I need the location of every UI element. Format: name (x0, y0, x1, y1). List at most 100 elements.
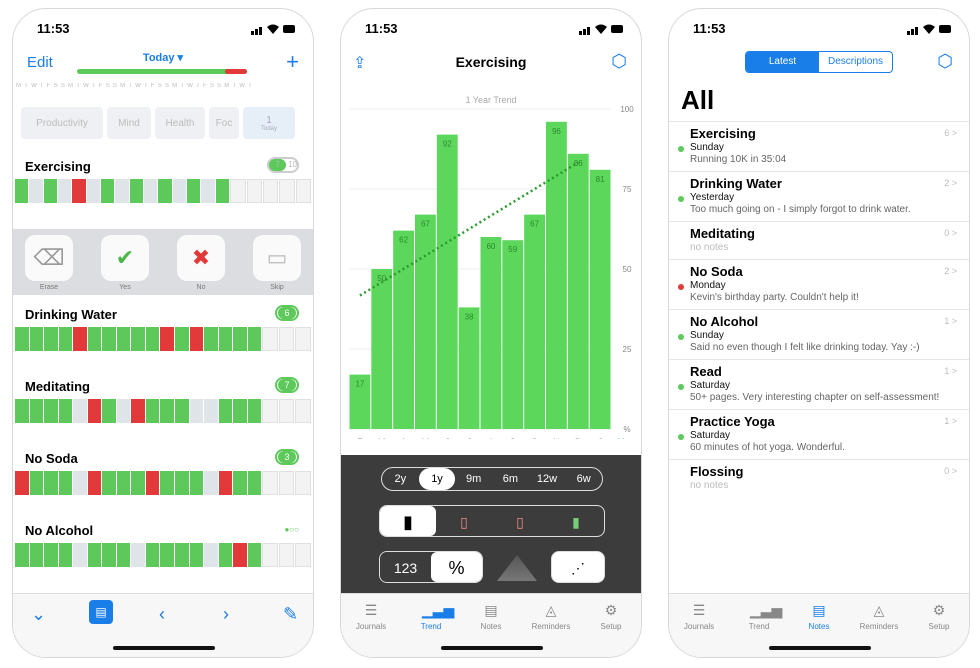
range-option-1y[interactable]: 1y (418, 468, 456, 490)
chevron-left-icon[interactable]: ‹ (159, 604, 165, 625)
habit-no-soda[interactable]: No Soda 3 (13, 449, 313, 511)
day-cell[interactable] (279, 179, 295, 203)
category-mind[interactable]: Mind (107, 107, 151, 139)
bar-value-label: 60 (486, 242, 495, 251)
habit-no-alcohol[interactable]: No Alcohol ●○○ (13, 523, 313, 583)
tab-reminders[interactable]: ◬ Reminders (849, 602, 909, 631)
trend-chart: 1 Year Trend100755025%17F50M62A67M92J38J… (349, 95, 634, 439)
note-item[interactable]: Drinking Water Yesterday Too much going on… (669, 171, 969, 221)
day-cell[interactable] (187, 179, 201, 203)
segment-descriptions[interactable]: Descriptions (819, 52, 892, 72)
note-day: Sunday (690, 330, 724, 341)
day-cell[interactable] (172, 179, 187, 203)
day-cell[interactable] (295, 179, 311, 203)
chevron-right-icon[interactable]: › (223, 604, 229, 625)
habit-calendar-row[interactable] (15, 471, 311, 495)
phone-trend: 11:53 ⇪ Exercising ⬡ 1 Year Trend 100 75 50… (340, 8, 642, 658)
note-item[interactable]: Flossing no notes 0 > (669, 459, 969, 497)
tab-trend[interactable]: ▁▃▅ Trend (729, 602, 789, 631)
x-tick-label: A (401, 437, 407, 439)
tab-setup[interactable]: ⚙ Setup (909, 602, 969, 631)
bar-style-stacked-icon[interactable]: ▮ (548, 506, 604, 536)
compose-icon[interactable]: ✎ (283, 604, 298, 625)
erase-action[interactable]: ⌫ Erase (25, 235, 73, 291)
note-item[interactable]: No Alcohol Sunday Said no even though I fe… (669, 309, 969, 359)
tab-notes[interactable]: ▤ Notes (461, 602, 521, 631)
share-icon[interactable]: ⇪ (353, 53, 366, 73)
day-cell[interactable] (29, 179, 43, 203)
tab-setup[interactable]: ⚙ Setup (581, 602, 641, 631)
bar-style-solid-icon[interactable]: ▮ (380, 506, 436, 536)
chevron-down-icon[interactable]: ⌄ (31, 604, 46, 625)
setup-icon: ⚙ (932, 602, 946, 618)
percent-mode[interactable]: % (431, 552, 482, 582)
day-cell[interactable] (201, 179, 215, 203)
numeric-mode[interactable]: 123 (380, 552, 431, 582)
tab-label: Reminders (859, 622, 899, 631)
yes-action[interactable]: ✔ Yes (101, 235, 149, 291)
day-cell[interactable] (158, 179, 172, 203)
range-option-12w[interactable]: 12w (529, 468, 566, 490)
day-cell[interactable] (144, 179, 158, 203)
habit-calendar-row[interactable] (15, 399, 311, 423)
range-option-2y[interactable]: 2y (382, 468, 419, 490)
skip-action[interactable]: ▭ Skip (253, 235, 301, 291)
bar-style-partial-icon[interactable]: ▯ (436, 506, 492, 536)
add-habit-button[interactable]: + (286, 51, 299, 73)
category-today[interactable]: 1 Today (243, 107, 295, 139)
category-focus[interactable]: Foc (209, 107, 239, 139)
day-cell[interactable] (129, 179, 144, 203)
bar-style-split-icon[interactable]: ▯ (492, 506, 548, 536)
area-style-icon[interactable] (497, 555, 537, 581)
tab-label: Journals (355, 622, 387, 631)
habit-count: 7 (269, 159, 286, 171)
trendline-toggle[interactable]: ⋰ (551, 551, 605, 583)
habit-drinking-water[interactable]: Drinking Water 6 (13, 305, 313, 367)
range-option-6w[interactable]: 6w (565, 468, 602, 490)
segment-latest[interactable]: Latest (746, 52, 819, 72)
day-cell[interactable] (230, 179, 246, 203)
tab-reminders[interactable]: ◬ Reminders (521, 602, 581, 631)
tag-icon[interactable]: ⬡ (937, 51, 953, 72)
habit-exercising[interactable]: Exercising 7 10 (13, 157, 313, 219)
habit-calendar-row[interactable] (15, 543, 311, 567)
note-item[interactable]: Practice Yoga Saturday 60 minutes of hot y… (669, 409, 969, 459)
category-productivity[interactable]: Productivity (21, 107, 103, 139)
range-option-6m[interactable]: 6m (492, 468, 529, 490)
day-cell[interactable] (15, 179, 29, 203)
day-cell[interactable] (115, 179, 129, 203)
status-dot (678, 146, 684, 152)
tab-trend[interactable]: ▁▃▅ Trend (401, 602, 461, 631)
note-item[interactable]: No Soda Monday Kevin's birthday party. Cou… (669, 259, 969, 309)
note-item[interactable]: Meditating no notes 0 > (669, 221, 969, 259)
no-action[interactable]: ✖ No (177, 235, 225, 291)
note-item[interactable]: Exercising Sunday Running 10K in 35:04 6 > (669, 121, 969, 171)
day-cell[interactable] (43, 179, 58, 203)
day-cell[interactable] (58, 179, 72, 203)
today-dropdown[interactable]: Today ▾ (13, 51, 313, 64)
note-item[interactable]: Read Saturday 50+ pages. Very interesting … (669, 359, 969, 409)
habit-calendar-row[interactable] (15, 179, 311, 203)
calendar-icon[interactable]: ▤ (89, 600, 113, 624)
y-tick-label: 25 (623, 345, 632, 354)
habit-count-badge: 6 (275, 305, 299, 321)
close-icon[interactable]: × (617, 434, 624, 439)
chart-controls: 2y 1y 9m 6m 12w 6w ▮ ▯ ▯ ▮ 123 % ⋰ (341, 455, 641, 595)
habit-meditating[interactable]: Meditating 7 (13, 377, 313, 439)
tab-notes[interactable]: ▤ Notes (789, 602, 849, 631)
day-cell[interactable] (72, 179, 86, 203)
range-option-9m[interactable]: 9m (455, 468, 492, 490)
day-cell[interactable] (262, 179, 279, 203)
tag-icon[interactable]: ⬡ (611, 51, 627, 72)
tab-journals[interactable]: ☰ Journals (341, 602, 401, 631)
day-cell[interactable] (86, 179, 101, 203)
x-tick-label: J (598, 437, 603, 439)
day-cell[interactable] (215, 179, 230, 203)
status-dot (678, 196, 684, 202)
home-indicator (441, 646, 543, 650)
day-cell[interactable] (101, 179, 115, 203)
habit-calendar-row[interactable] (15, 327, 311, 351)
tab-journals[interactable]: ☰ Journals (669, 602, 729, 631)
day-cell[interactable] (246, 179, 262, 203)
category-health[interactable]: Health (155, 107, 205, 139)
